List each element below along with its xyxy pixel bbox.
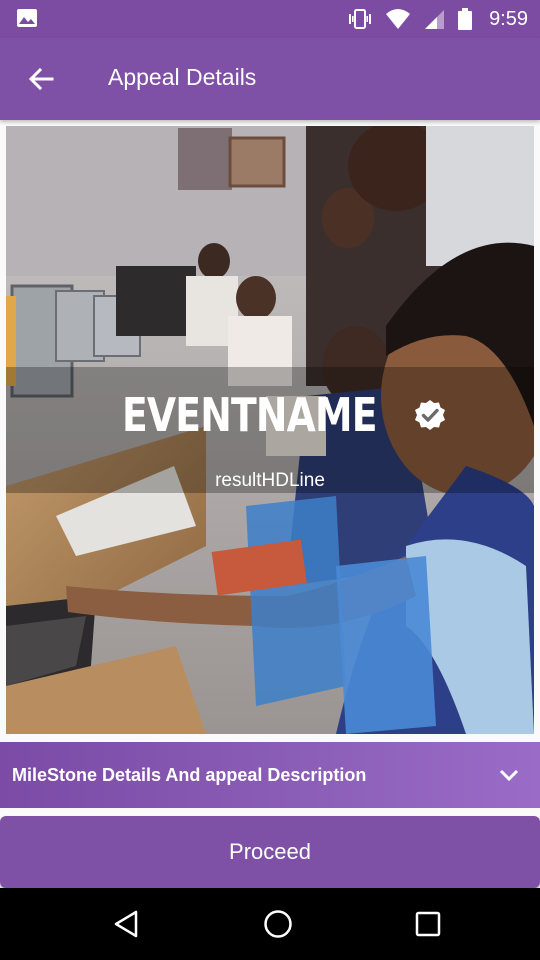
recents-square-icon[interactable] (410, 906, 446, 942)
verified-badge-icon (415, 400, 446, 430)
milestone-label: MileStone Details And appeal Description (12, 765, 367, 785)
signal-icon (425, 10, 445, 29)
status-time: 9:59 (489, 7, 528, 30)
back-triangle-icon[interactable] (108, 906, 144, 942)
event-title-row: EVENTNAME (6, 388, 534, 442)
event-banner: EVENTNAME resultHDLine (6, 126, 534, 734)
system-nav-bar (0, 888, 540, 960)
image-icon (17, 9, 37, 27)
vibrate-icon (349, 9, 372, 29)
milestone-details-expander[interactable]: MileStone Details And appeal Description (0, 742, 540, 808)
back-button[interactable] (20, 58, 62, 100)
page-title: Appeal Details (108, 64, 257, 90)
home-circle-icon[interactable] (260, 906, 296, 942)
battery-icon (458, 8, 473, 30)
event-name: EVENTNAME (121, 388, 378, 442)
wifi-icon (386, 9, 411, 29)
proceed-button[interactable]: Proceed (0, 816, 540, 888)
status-bar: 9:59 (0, 0, 540, 38)
chevron-down-icon (499, 769, 519, 782)
app-bar: Appeal Details (0, 38, 540, 120)
arrow-left-icon (28, 67, 54, 91)
event-subline: resultHDLine (215, 470, 325, 491)
proceed-label: Proceed (229, 839, 311, 864)
